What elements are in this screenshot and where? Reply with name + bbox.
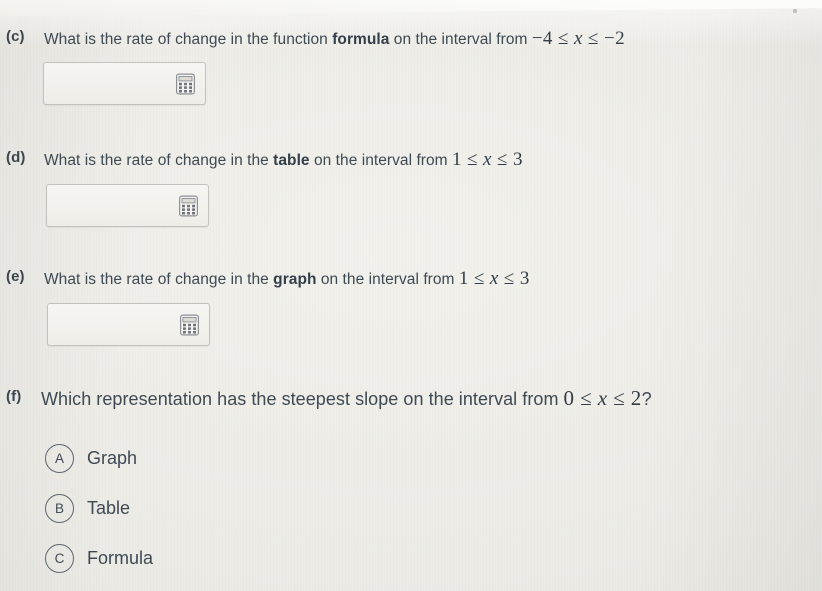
choice-option-b[interactable]: B Table [45,494,130,523]
question-e-math: 1 ≤ x ≤ 3 [459,268,530,289]
choice-option-c[interactable]: C Formula [45,544,153,573]
question-d-text-after: on the interval from [309,152,452,169]
question-c-math: −4 ≤ x ≤ −2 [532,28,625,49]
question-d-text-before: What is the rate of change in the [44,152,274,169]
question-c-math-lhs: −4 [531,28,553,49]
question-e-math-lhs: 1 [458,268,469,289]
question-c-text: What is the rate of change in the functi… [44,28,625,50]
question-f-math: 0 ≤ x ≤ 2 [564,386,642,410]
question-c-math-rhs: −2 [603,28,625,49]
calculator-icon[interactable] [179,195,198,216]
question-c-math-rel2: ≤ [587,28,599,49]
question-e-text-after: on the interval from [316,271,459,288]
question-c-text-after: on the interval from [389,31,532,48]
answer-input-e[interactable] [47,303,210,346]
question-f-math-lhs: 0 [563,386,575,410]
question-d-label: (d) [6,149,26,166]
question-f-text-before: Which representation has the steepest sl… [41,389,564,409]
question-d-text: What is the rate of change in the table … [44,149,523,171]
question-d-math-rel2: ≤ [497,149,508,170]
choice-bubble-b[interactable]: B [45,494,74,523]
calculator-icon[interactable] [176,73,195,94]
question-e-bold-term: graph [273,271,317,288]
choice-option-a[interactable]: A Graph [45,444,137,473]
question-c-text-before: What is the rate of change in the functi… [44,31,333,48]
choice-label-a[interactable]: Graph [87,448,137,469]
choice-label-c[interactable]: Formula [87,548,153,569]
question-f-math-rel2: ≤ [613,386,626,410]
question-f-math-rel1: ≤ [580,386,593,410]
question-f-math-rhs: 2 [630,386,642,410]
question-f-label: (f) [6,388,22,405]
question-d-math-lhs: 1 [452,149,462,170]
question-e-math-var: x [489,268,499,289]
question-d-math: 1 ≤ x ≤ 3 [452,149,523,170]
choice-bubble-a[interactable]: A [45,444,74,473]
page-top-edge [0,0,822,17]
question-d-math-var: x [483,149,492,170]
question-e-text-before: What is the rate of change in the [44,271,274,288]
question-c-label: (c) [6,28,25,45]
question-e-text: What is the rate of change in the graph … [44,268,530,290]
question-f-math-var: x [597,386,608,410]
question-f-text: Which representation has the steepest sl… [41,386,652,411]
question-e-math-rel2: ≤ [503,268,515,289]
answer-input-d[interactable] [46,184,209,227]
question-c-bold-term: formula [332,31,390,48]
choice-bubble-c[interactable]: C [45,544,74,573]
question-e-math-rel1: ≤ [473,268,485,289]
question-d-math-rhs: 3 [513,149,523,170]
question-c-math-var: x [573,28,583,49]
paper-speck [793,9,797,13]
question-d-bold-term: table [273,152,310,169]
question-e-math-rhs: 3 [519,268,530,289]
answer-input-c[interactable] [43,62,206,105]
question-d-math-rel1: ≤ [467,149,478,170]
choice-label-b[interactable]: Table [87,498,130,519]
question-e-label: (e) [6,268,25,285]
question-f-trailing: ? [641,389,652,409]
question-c-math-rel1: ≤ [557,28,569,49]
calculator-icon[interactable] [180,314,199,335]
